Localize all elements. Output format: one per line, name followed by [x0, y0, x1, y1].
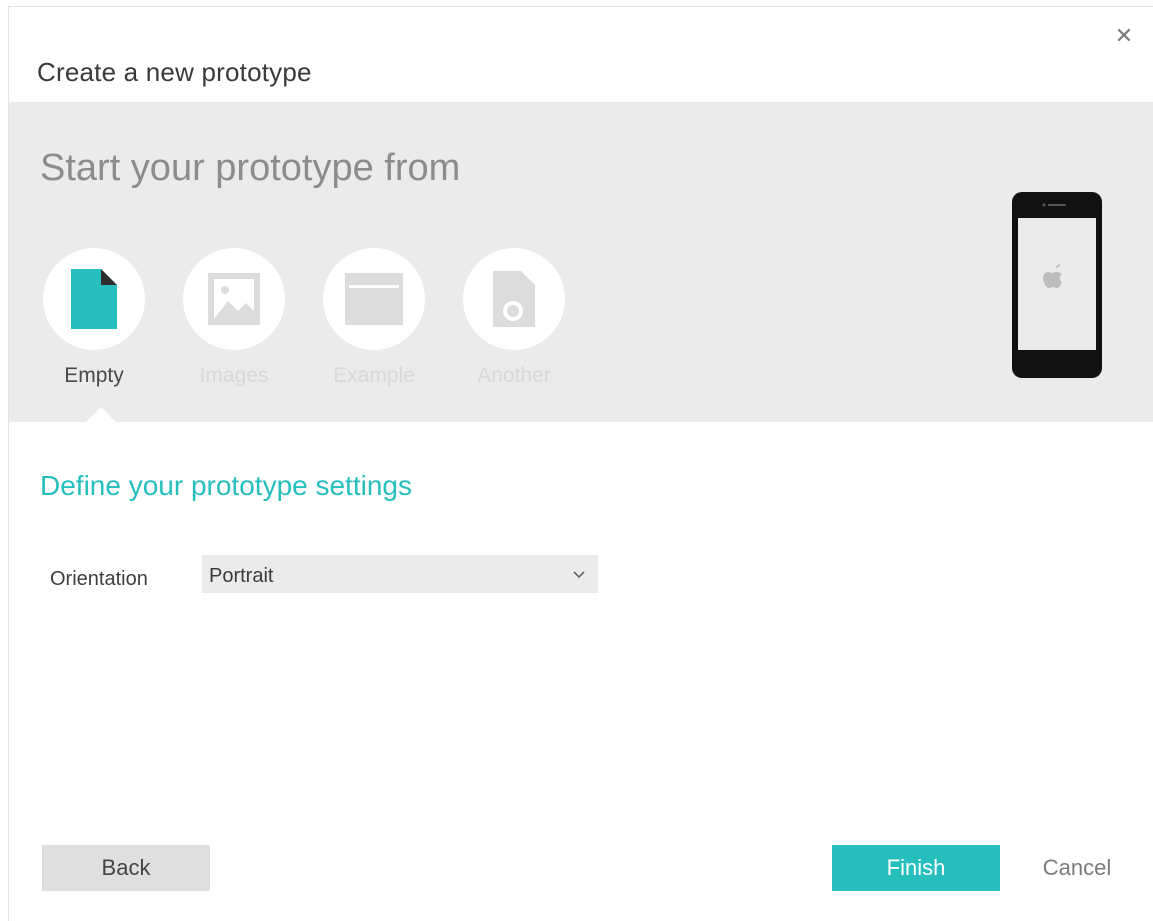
document-icon — [71, 269, 117, 329]
finish-button[interactable]: Finish — [832, 845, 1000, 891]
iphone-icon — [1012, 192, 1102, 378]
cancel-button[interactable]: Cancel — [1027, 845, 1127, 891]
selected-option-pointer — [85, 407, 117, 423]
option-empty-circle — [43, 248, 145, 350]
source-panel: Start your prototype from Empty Images E… — [9, 102, 1153, 423]
orientation-value: Portrait — [209, 565, 274, 587]
new-prototype-dialog: ✕ Create a new prototype Start your prot… — [8, 6, 1153, 921]
orientation-label: Orientation — [50, 568, 148, 590]
image-icon — [208, 273, 260, 325]
window-icon — [345, 273, 403, 325]
option-another[interactable]: Another — [463, 248, 565, 388]
option-empty[interactable]: Empty — [43, 248, 145, 388]
option-empty-label: Empty — [64, 364, 124, 387]
option-example[interactable]: Example — [323, 248, 425, 388]
back-button[interactable]: Back — [42, 845, 210, 891]
chevron-down-icon — [573, 571, 585, 579]
option-example-label: Example — [333, 364, 415, 387]
option-images-circle — [183, 248, 285, 350]
option-images-label: Images — [199, 364, 269, 387]
source-heading: Start your prototype from — [40, 147, 461, 189]
file-record-icon — [493, 271, 535, 327]
dialog-title: Create a new prototype — [37, 57, 312, 87]
option-another-label: Another — [477, 364, 551, 387]
settings-heading: Define your prototype settings — [40, 470, 412, 501]
option-example-circle — [323, 248, 425, 350]
option-images[interactable]: Images — [183, 248, 285, 388]
close-icon[interactable]: ✕ — [1113, 25, 1135, 47]
orientation-select[interactable]: Portrait — [202, 555, 598, 593]
option-another-circle — [463, 248, 565, 350]
